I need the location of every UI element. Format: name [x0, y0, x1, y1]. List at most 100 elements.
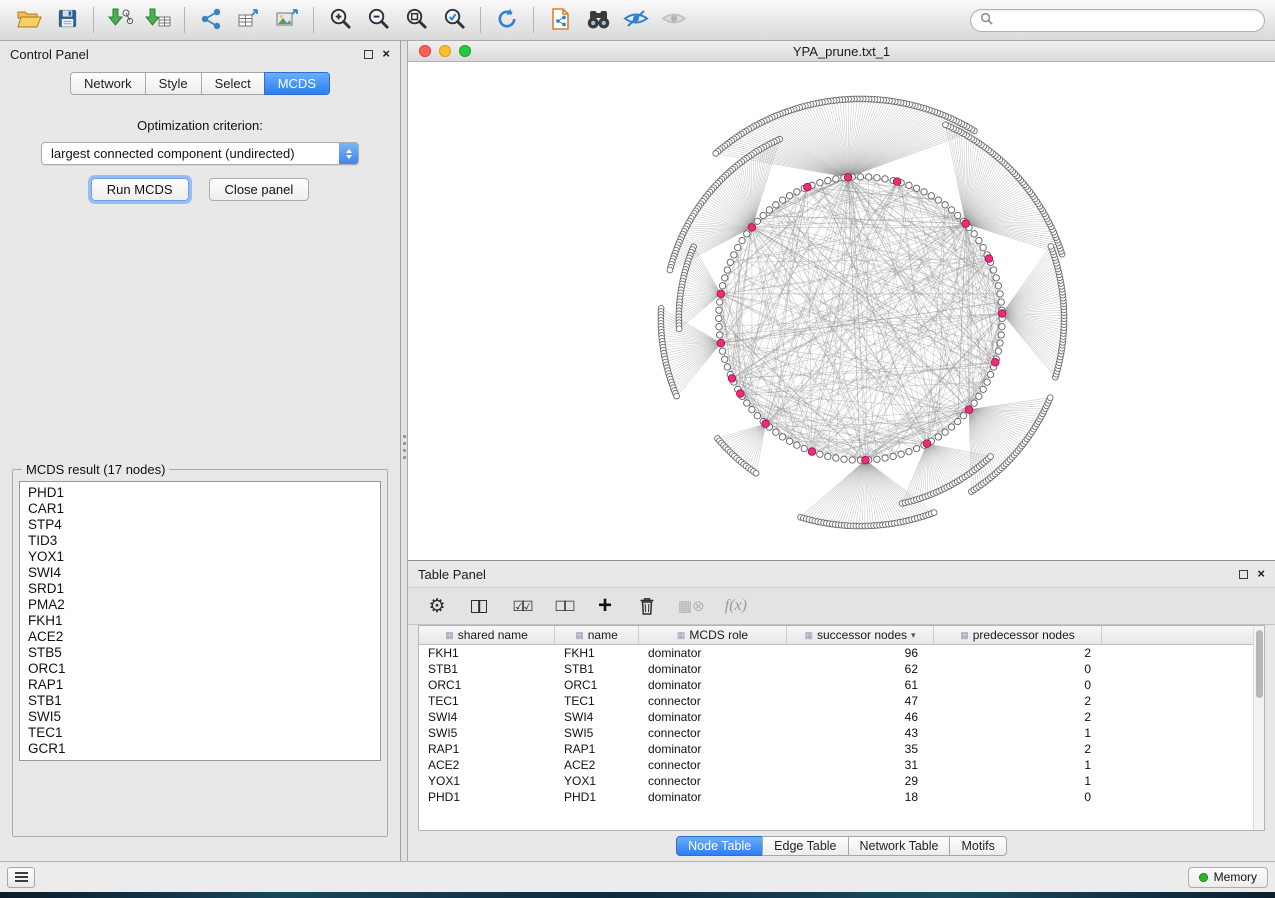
close-panel-button[interactable]: Close panel — [209, 178, 310, 201]
zoom-in-button[interactable] — [321, 4, 359, 37]
cell-mcds-role[interactable]: connector — [639, 726, 787, 740]
table-row[interactable]: ORC1ORC1dominator610 — [419, 677, 1264, 693]
cell-mcds-role[interactable]: dominator — [639, 678, 787, 692]
network-hub-ace2[interactable] — [717, 339, 725, 347]
result-node[interactable]: GCR1 — [28, 741, 372, 757]
result-node[interactable]: TEC1 — [28, 725, 372, 741]
import-network-button[interactable] — [101, 4, 139, 37]
result-node[interactable]: PMA2 — [28, 597, 372, 613]
cell-predecessor-nodes[interactable]: 1 — [934, 774, 1102, 788]
search-field[interactable] — [970, 9, 1265, 32]
memory-button[interactable]: Memory — [1188, 867, 1268, 888]
cell-name[interactable]: STB1 — [555, 662, 639, 676]
cell-name[interactable]: YOX1 — [555, 774, 639, 788]
table-scrollbar[interactable] — [1253, 626, 1264, 830]
cell-predecessor-nodes[interactable]: 2 — [934, 742, 1102, 756]
cell-name[interactable]: SWI4 — [555, 710, 639, 724]
cell-shared-name[interactable]: SWI4 — [419, 710, 555, 724]
network-hub-gcr1[interactable] — [736, 390, 744, 398]
cell-successor-nodes[interactable]: 35 — [787, 742, 934, 756]
cell-successor-nodes[interactable]: 31 — [787, 758, 934, 772]
network-hub-swi5[interactable] — [965, 406, 973, 414]
close-table-panel-icon[interactable]: × — [1257, 569, 1265, 579]
cell-shared-name[interactable]: STB1 — [419, 662, 555, 676]
network-hub-car1[interactable] — [804, 183, 812, 191]
zoom-selected-button[interactable] — [435, 4, 473, 37]
zoom-out-button[interactable] — [359, 4, 397, 37]
network-hub-rap1[interactable] — [923, 440, 931, 448]
trash-icon[interactable] — [636, 593, 658, 619]
cell-shared-name[interactable]: TEC1 — [419, 694, 555, 708]
panel-splitter[interactable] — [401, 41, 408, 861]
column-header-predecessor-nodes[interactable]: ▦predecessor nodes — [934, 626, 1102, 644]
scrollbar-thumb[interactable] — [1256, 630, 1263, 698]
refresh-layout-button[interactable] — [488, 4, 526, 37]
network-hub-orc1[interactable] — [748, 224, 756, 232]
cell-successor-nodes[interactable]: 61 — [787, 678, 934, 692]
table-row[interactable]: YOX1YOX1connector291 — [419, 773, 1264, 789]
network-hub-tid3[interactable] — [985, 255, 993, 263]
tab-select[interactable]: Select — [201, 72, 265, 95]
network-hub-pma2[interactable] — [808, 448, 816, 456]
cell-successor-nodes[interactable]: 47 — [787, 694, 934, 708]
cell-successor-nodes[interactable]: 29 — [787, 774, 934, 788]
tab-network-table[interactable]: Network Table — [848, 836, 951, 856]
close-panel-icon[interactable]: × — [382, 49, 390, 59]
result-node[interactable]: ORC1 — [28, 661, 372, 677]
tab-mcds[interactable]: MCDS — [264, 72, 330, 95]
table-row[interactable]: ACE2ACE2connector311 — [419, 757, 1264, 773]
result-node[interactable]: ACE2 — [28, 629, 372, 645]
result-node[interactable]: SWI4 — [28, 565, 372, 581]
cell-mcds-role[interactable]: connector — [639, 774, 787, 788]
network-hub-stp4[interactable] — [893, 178, 901, 186]
result-node[interactable]: TID3 — [28, 533, 372, 549]
column-header-shared-name[interactable]: ▦shared name — [419, 626, 555, 644]
criterion-dropdown[interactable]: largest connected component (undirected) — [41, 142, 359, 165]
cell-predecessor-nodes[interactable]: 1 — [934, 758, 1102, 772]
network-hub-srd1[interactable] — [991, 358, 999, 366]
cell-predecessor-nodes[interactable]: 2 — [934, 710, 1102, 724]
table-row[interactable]: SWI5SWI5connector431 — [419, 725, 1264, 741]
cell-mcds-role[interactable]: connector — [639, 694, 787, 708]
result-node[interactable]: CAR1 — [28, 501, 372, 517]
float-table-panel-icon[interactable] — [1239, 570, 1248, 579]
cell-shared-name[interactable]: YOX1 — [419, 774, 555, 788]
cell-successor-nodes[interactable]: 18 — [787, 790, 934, 804]
cell-predecessor-nodes[interactable]: 2 — [934, 646, 1102, 660]
result-node[interactable]: SRD1 — [28, 581, 372, 597]
network-hub-phd1[interactable] — [762, 420, 770, 428]
gear-icon[interactable]: ⚙ — [426, 593, 448, 619]
cell-shared-name[interactable]: FKH1 — [419, 646, 555, 660]
cell-predecessor-nodes[interactable]: 0 — [934, 662, 1102, 676]
result-node[interactable]: STB5 — [28, 645, 372, 661]
cell-successor-nodes[interactable]: 46 — [787, 710, 934, 724]
network-hub-swi4[interactable] — [998, 310, 1006, 318]
result-node[interactable]: RAP1 — [28, 677, 372, 693]
cell-shared-name[interactable]: RAP1 — [419, 742, 555, 756]
network-hub-stb5[interactable] — [728, 375, 736, 383]
table-row[interactable]: SWI4SWI4dominator462 — [419, 709, 1264, 725]
cell-shared-name[interactable]: ACE2 — [419, 758, 555, 772]
result-node[interactable]: FKH1 — [28, 613, 372, 629]
tab-network[interactable]: Network — [70, 72, 146, 95]
network-hub-yox1[interactable] — [717, 290, 725, 298]
export-image-button[interactable] — [268, 4, 306, 37]
network-view[interactable] — [408, 62, 1275, 560]
cell-mcds-role[interactable]: dominator — [639, 662, 787, 676]
cell-name[interactable]: RAP1 — [555, 742, 639, 756]
network-hub-tec1[interactable] — [862, 456, 870, 464]
cell-name[interactable]: SWI5 — [555, 726, 639, 740]
cell-shared-name[interactable]: ORC1 — [419, 678, 555, 692]
table-row[interactable]: FKH1FKH1dominator962 — [419, 645, 1264, 661]
column-header-mcds-role[interactable]: ▦MCDS role — [639, 626, 787, 644]
cell-successor-nodes[interactable]: 43 — [787, 726, 934, 740]
result-node[interactable]: SWI5 — [28, 709, 372, 725]
search-input[interactable] — [998, 13, 1255, 28]
deselect-all-icon[interactable]: ☐☐ — [552, 593, 574, 619]
cell-name[interactable]: FKH1 — [555, 646, 639, 660]
column-header-successor-nodes[interactable]: ▦successor nodes▾ — [787, 626, 934, 644]
cell-mcds-role[interactable]: dominator — [639, 790, 787, 804]
function-builder-icon[interactable]: f(x) — [725, 593, 747, 619]
export-network-button[interactable] — [192, 4, 230, 37]
cell-predecessor-nodes[interactable]: 0 — [934, 678, 1102, 692]
